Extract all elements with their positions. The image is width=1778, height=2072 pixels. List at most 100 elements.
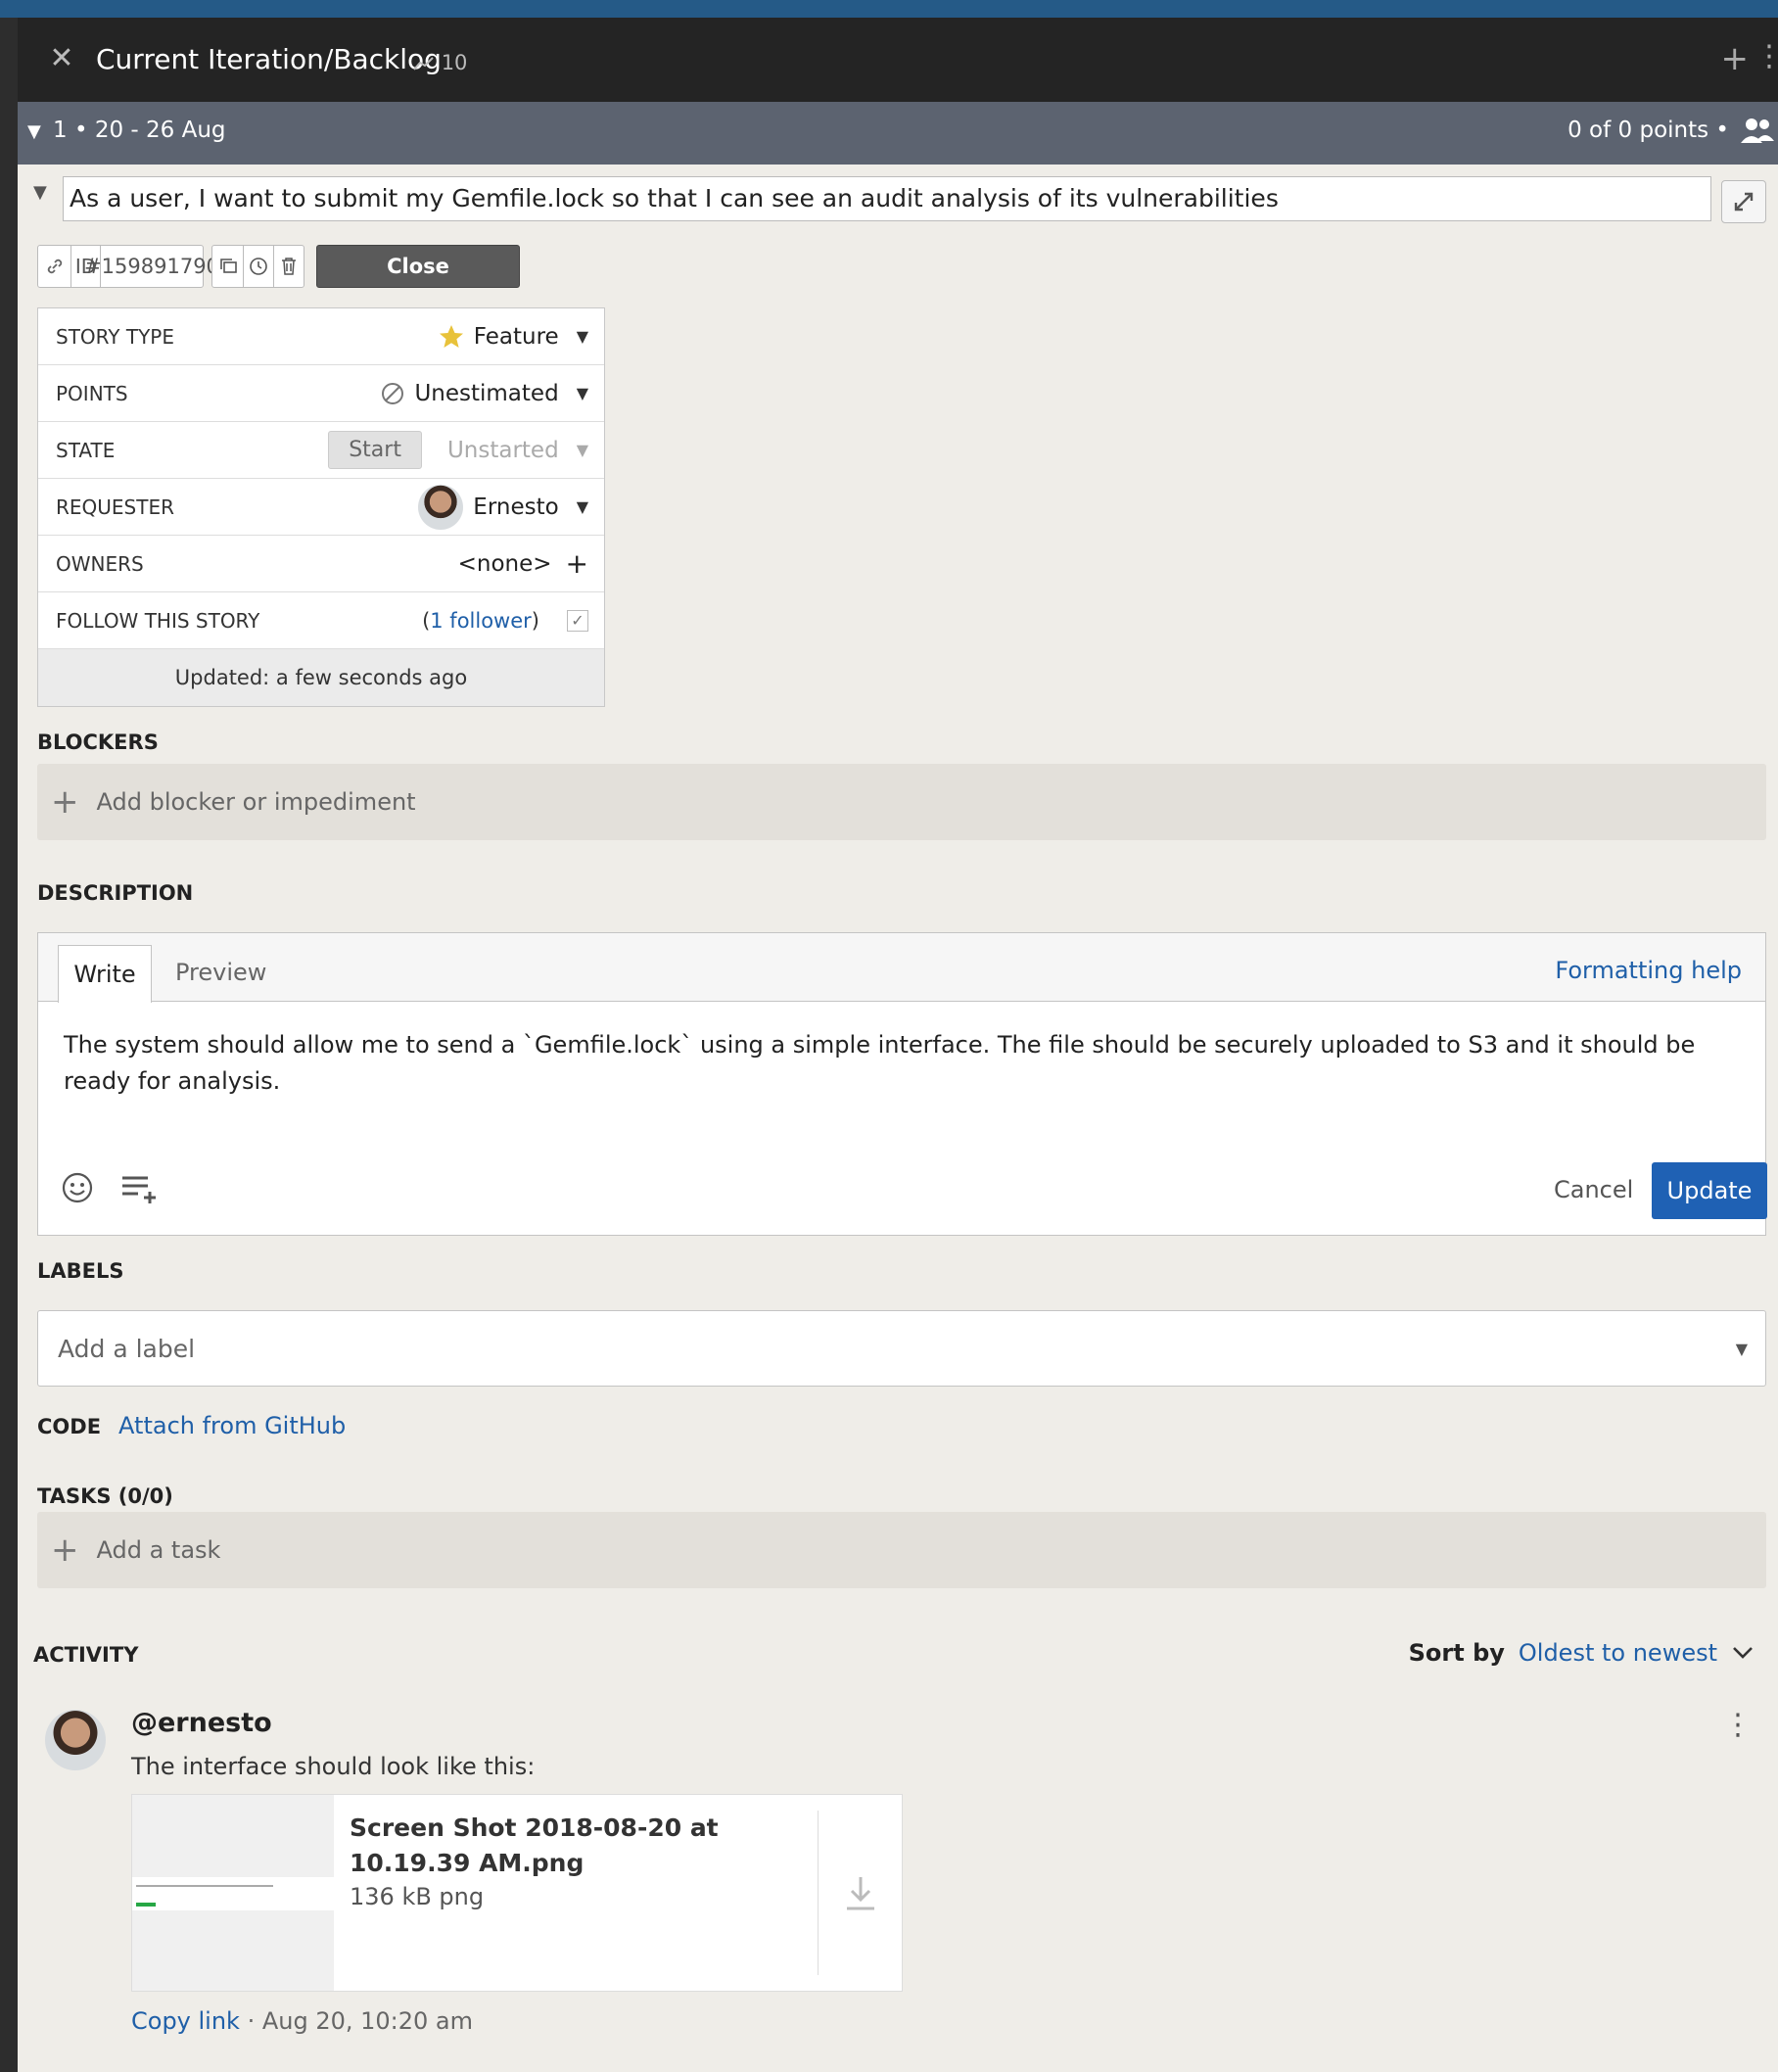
story-type-label: STORY TYPE bbox=[56, 324, 174, 349]
points-value: Unestimated bbox=[414, 380, 559, 406]
owners-control: <none> + bbox=[458, 547, 588, 580]
add-blocker-button[interactable]: + Add blocker or impediment bbox=[37, 764, 1766, 840]
add-list-icon[interactable] bbox=[120, 1172, 162, 1203]
activity-sort: Sort by Oldest to newest bbox=[1409, 1639, 1755, 1667]
tab-write[interactable]: Write bbox=[58, 945, 152, 1003]
sort-select[interactable]: Oldest to newest bbox=[1519, 1639, 1717, 1667]
add-task-button[interactable]: + Add a task bbox=[37, 1512, 1766, 1588]
story-tools-group bbox=[211, 245, 304, 288]
comment-text: The interface should look like this: bbox=[131, 1753, 536, 1780]
requester-value: Ernesto bbox=[473, 494, 559, 520]
delete-icon[interactable] bbox=[274, 246, 304, 287]
download-button[interactable] bbox=[818, 1811, 902, 1975]
plus-icon: + bbox=[51, 782, 79, 822]
state-row: STATE Start Unstarted ▼ bbox=[38, 422, 604, 479]
panel-header: ✕ Current Iteration/Backlog 10 + ⋮ bbox=[18, 18, 1778, 102]
formatting-help-link[interactable]: Formatting help bbox=[1555, 957, 1742, 984]
follow-label: FOLLOW THIS STORY bbox=[56, 608, 260, 633]
cancel-button[interactable]: Cancel bbox=[1554, 1176, 1633, 1203]
story-panel: ✕ Current Iteration/Backlog 10 + ⋮ ▼ 1 •… bbox=[18, 18, 1778, 2072]
start-button[interactable]: Start bbox=[328, 431, 422, 469]
team-icon[interactable] bbox=[1739, 114, 1776, 147]
description-tools bbox=[62, 1172, 162, 1203]
blockers-heading: BLOCKERS bbox=[37, 730, 159, 754]
labels-heading: LABELS bbox=[37, 1259, 124, 1283]
comment-footer: Copy link · Aug 20, 10:20 am bbox=[131, 2007, 473, 2035]
update-button[interactable]: Update bbox=[1652, 1162, 1767, 1219]
history-icon[interactable] bbox=[244, 246, 274, 287]
attach-github-link[interactable]: Attach from GitHub bbox=[118, 1412, 346, 1439]
iteration-toggle-icon[interactable]: ▼ bbox=[27, 121, 41, 142]
story-type-select[interactable]: Feature ▼ bbox=[439, 324, 588, 350]
left-sidebar-strip bbox=[0, 18, 18, 2072]
clone-icon[interactable] bbox=[212, 246, 244, 287]
story-type-value: Feature bbox=[473, 323, 559, 350]
code-row: CODE Attach from GitHub bbox=[37, 1412, 346, 1439]
emoji-icon[interactable] bbox=[62, 1172, 93, 1203]
close-panel-icon[interactable]: ✕ bbox=[47, 41, 76, 76]
code-heading: CODE bbox=[37, 1415, 102, 1438]
top-strip bbox=[0, 0, 1778, 18]
description-tabs: Write Preview Formatting help bbox=[38, 933, 1765, 1003]
expand-story-button[interactable] bbox=[1721, 180, 1766, 223]
story-title-input[interactable]: As a user, I want to submit my Gemfile.l… bbox=[63, 176, 1711, 221]
labels-placeholder: Add a label bbox=[58, 1334, 196, 1363]
avatar bbox=[45, 1710, 106, 1770]
iteration-points: 0 of 0 points • bbox=[1567, 118, 1729, 143]
story-info-table: STORY TYPE Feature ▼ POINTS Unestimated … bbox=[37, 307, 605, 707]
link-icon[interactable] bbox=[38, 246, 71, 287]
chevron-down-icon: ▼ bbox=[576, 384, 588, 402]
requester-row: REQUESTER Ernesto ▼ bbox=[38, 479, 604, 536]
chevron-down-icon: ▼ bbox=[1735, 1339, 1748, 1358]
close-story-button[interactable]: Close bbox=[316, 245, 520, 288]
chevron-down-icon[interactable] bbox=[1731, 1645, 1755, 1661]
labels-select[interactable]: Add a label ▼ bbox=[37, 1310, 1766, 1387]
panel-more-icon[interactable]: ⋮ bbox=[1755, 39, 1778, 73]
state-value[interactable]: Unstarted bbox=[447, 438, 559, 463]
add-story-icon[interactable]: + bbox=[1721, 39, 1750, 78]
id-group: ID #159891790 bbox=[37, 245, 219, 288]
iteration-label: 1 • 20 - 26 Aug bbox=[53, 118, 226, 143]
description-editor: Write Preview Formatting help The system… bbox=[37, 932, 1767, 1236]
state-label: STATE bbox=[56, 438, 116, 462]
follow-checkbox[interactable]: ✓ bbox=[567, 609, 588, 632]
requester-select[interactable]: Ernesto ▼ bbox=[418, 484, 588, 530]
velocity-value: 10 bbox=[441, 51, 468, 74]
velocity-indicator: 10 bbox=[413, 51, 467, 74]
owners-label: OWNERS bbox=[56, 551, 144, 576]
story-id-field[interactable]: #159891790 bbox=[84, 246, 219, 287]
points-label: POINTS bbox=[56, 381, 128, 405]
sort-label: Sort by bbox=[1408, 1639, 1505, 1667]
tab-preview[interactable]: Preview bbox=[175, 959, 266, 986]
comment-more-icon[interactable]: ⋮ bbox=[1723, 1708, 1753, 1742]
description-textarea[interactable]: The system should allow me to send a `Ge… bbox=[64, 1027, 1728, 1100]
add-task-label: Add a task bbox=[96, 1536, 221, 1564]
download-icon bbox=[846, 1877, 874, 1910]
story-type-row: STORY TYPE Feature ▼ bbox=[38, 308, 604, 365]
add-blocker-label: Add blocker or impediment bbox=[96, 788, 416, 816]
story-collapse-icon[interactable]: ▼ bbox=[33, 182, 47, 203]
panel-title: Current Iteration/Backlog bbox=[96, 43, 442, 75]
attachment-thumbnail[interactable] bbox=[132, 1795, 334, 1991]
chevron-down-icon: ▼ bbox=[576, 497, 588, 516]
description-heading: DESCRIPTION bbox=[37, 881, 194, 905]
points-row: POINTS Unestimated ▼ bbox=[38, 365, 604, 422]
attachment-filename: Screen Shot 2018-08-20 at 10.19.39 AM.pn… bbox=[350, 1813, 719, 1877]
add-owner-icon[interactable]: + bbox=[566, 547, 588, 580]
state-controls: Start Unstarted ▼ bbox=[328, 431, 588, 469]
chevron-down-icon: ▼ bbox=[576, 327, 588, 346]
comment-author: @ernesto bbox=[131, 1708, 272, 1738]
activity-heading: ACTIVITY bbox=[33, 1643, 139, 1667]
follower-count-link[interactable]: 1 follower bbox=[430, 609, 532, 633]
iteration-bar: ▼ 1 • 20 - 26 Aug 0 of 0 points • bbox=[18, 102, 1778, 165]
owners-value: <none> bbox=[457, 550, 552, 577]
copy-link[interactable]: Copy link bbox=[131, 2007, 240, 2035]
points-select[interactable]: Unestimated ▼ bbox=[381, 381, 588, 406]
follower-close-paren: ) bbox=[531, 608, 539, 633]
story-actions-row: ID #159891790 Close bbox=[37, 245, 520, 288]
tasks-heading: TASKS (0/0) bbox=[37, 1484, 173, 1508]
attachment-card[interactable]: Screen Shot 2018-08-20 at 10.19.39 AM.pn… bbox=[131, 1794, 903, 1992]
requester-avatar bbox=[418, 484, 464, 530]
velocity-icon bbox=[413, 57, 434, 71]
comment-timestamp: · Aug 20, 10:20 am bbox=[247, 2007, 474, 2035]
